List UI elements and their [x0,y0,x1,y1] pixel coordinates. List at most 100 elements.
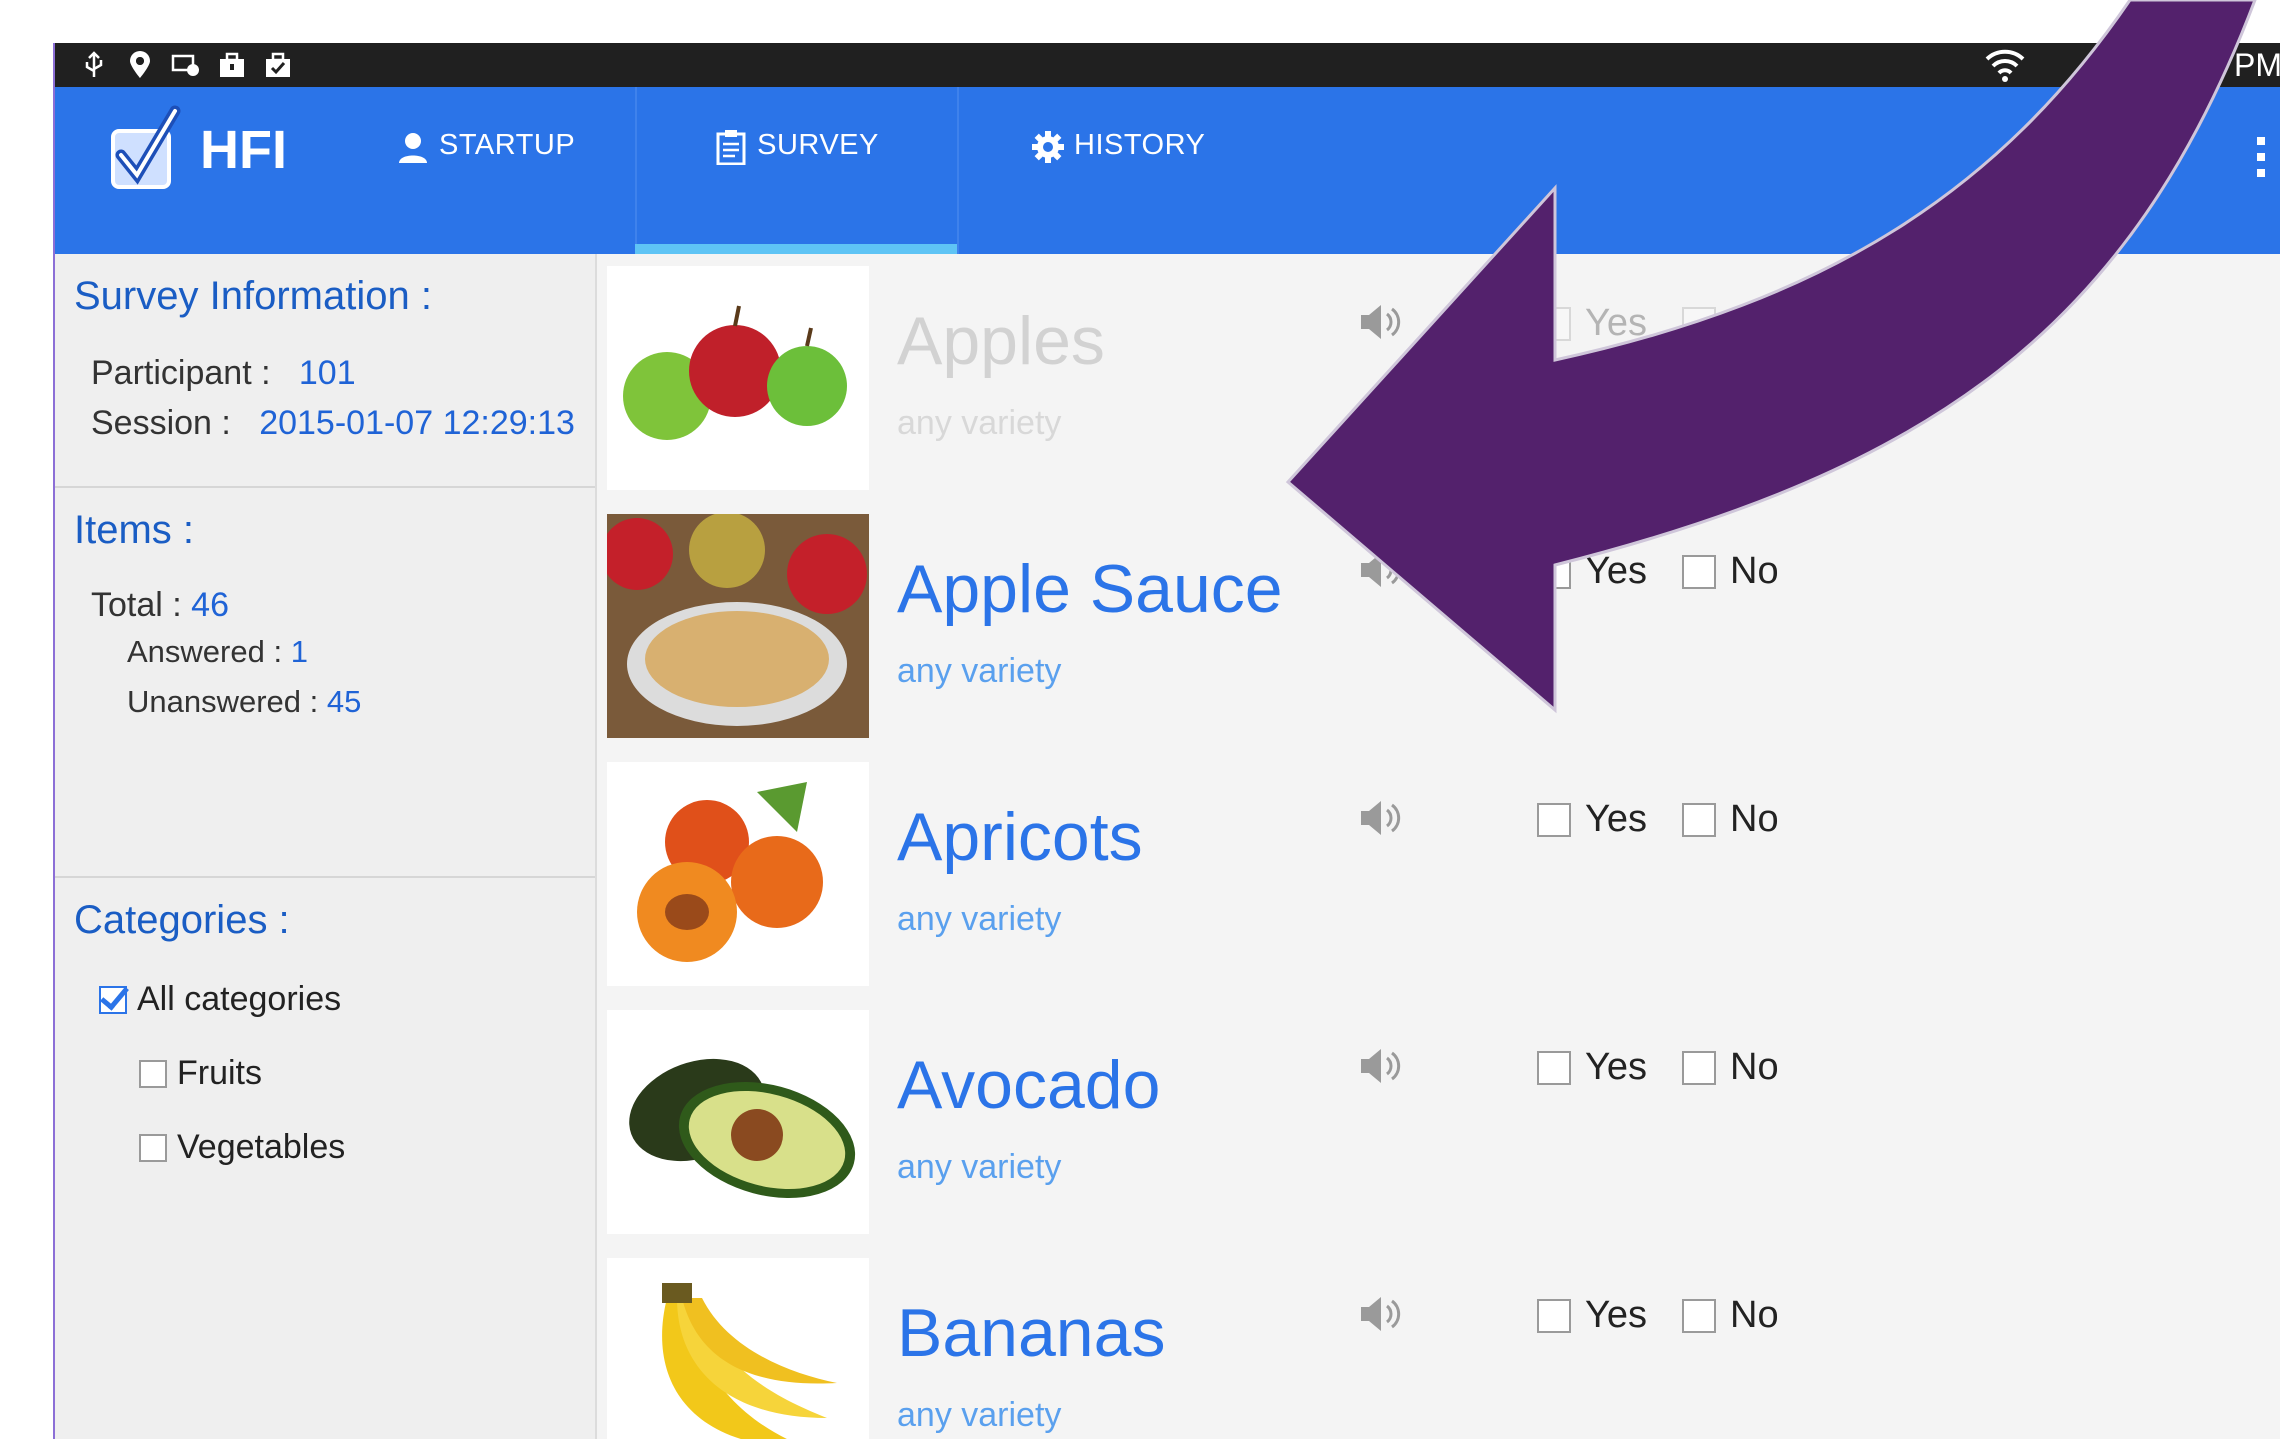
bananas-image [607,1258,869,1439]
speaker-icon[interactable] [1357,1043,1403,1089]
wifi-icon [1985,49,2025,82]
items-section: Items : Total : 46 Answered : 1 Unanswer… [55,486,595,878]
item-variety: any variety [897,404,1062,442]
item-name: Apricots [897,799,1143,875]
yes-option[interactable]: Yes [1537,302,1647,345]
list-item: Apple Sauce any variety Yes No [597,502,2280,752]
yes-option[interactable]: Yes [1537,1046,1647,1089]
clipboard-icon [716,130,746,165]
answered-value: 1 [290,634,308,669]
category-fruits-checkbox[interactable] [139,1059,167,1088]
tab-divider [957,87,959,254]
no-label: No [1730,302,1779,344]
no-option[interactable]: No [1682,302,1779,345]
total-value: 46 [191,586,229,624]
no-label: No [1730,1046,1779,1088]
category-all-checkbox[interactable] [99,985,127,1014]
no-option[interactable]: No [1682,550,1779,593]
briefcase-icon [215,49,249,81]
usb-icon [77,49,111,81]
item-variety: any variety [897,1148,1062,1186]
app-title: HFI [200,120,287,180]
item-name: Apples [897,303,1105,379]
category-fruits-label: Fruits [177,1054,262,1092]
yes-option[interactable]: Yes [1537,798,1647,841]
total-row: Total : 46 [91,586,229,625]
speaker-icon[interactable] [1357,547,1403,593]
location-icon [123,49,157,81]
apricots-image [607,762,869,986]
gear-icon [1032,131,1064,163]
speaker-icon[interactable] [1357,299,1403,345]
overflow-menu-icon[interactable] [2254,127,2268,187]
unanswered-row: Unanswered : 45 [127,684,361,720]
yes-label: Yes [1585,1046,1647,1088]
item-variety: any variety [897,652,1062,690]
yes-checkbox[interactable] [1537,802,1571,837]
item-name: Apple Sauce [897,551,1283,627]
category-vegetables-checkbox[interactable] [139,1133,167,1162]
no-label: No [1730,798,1779,840]
no-option[interactable]: No [1682,1046,1779,1089]
action-bar: HFI STARTUP SURVEY HISTORY [55,87,2280,254]
speaker-icon[interactable] [1357,1291,1403,1337]
tab-survey-label: SURVEY [757,129,879,161]
no-checkbox[interactable] [1682,306,1716,341]
item-variety: any variety [897,900,1062,938]
apples-image [607,266,869,490]
clock-text: PM [2234,47,2280,83]
no-checkbox[interactable] [1682,554,1716,589]
unanswered-label: Unanswered : [127,684,319,719]
survey-info-title: Survey Information : [74,274,432,318]
total-label: Total : [91,586,182,624]
yes-option[interactable]: Yes [1537,550,1647,593]
yes-label: Yes [1585,798,1647,840]
tab-history-label: HISTORY [1074,129,1206,161]
avocado-image [607,1010,869,1234]
app-logo-icon[interactable] [105,105,185,195]
tablet-screen: PM HFI STARTUP SURVEY HISTORY Survey Inf… [53,43,2280,1439]
item-name: Avocado [897,1047,1161,1123]
tab-survey[interactable]: SURVEY [635,87,957,254]
category-vegetables[interactable]: Vegetables [139,1128,345,1167]
no-checkbox[interactable] [1682,802,1716,837]
sidebar: Survey Information : Participant : 101 S… [55,254,597,1439]
no-label: No [1730,550,1779,592]
no-checkbox[interactable] [1682,1050,1716,1085]
list-item: Apples any variety Yes No [597,254,2280,504]
speaker-icon[interactable] [1357,795,1403,841]
survey-info-section: Survey Information : Participant : 101 S… [55,254,595,488]
tab-history[interactable]: HISTORY [1030,87,1280,254]
categories-title: Categories : [74,898,290,942]
tab-startup-label: STARTUP [439,129,576,161]
no-option[interactable]: No [1682,1294,1779,1337]
yes-label: Yes [1585,1294,1647,1336]
screen-timer-icon [169,49,203,81]
participant-label: Participant : [91,354,271,392]
category-all[interactable]: All categories [99,980,341,1019]
list-item: Avocado any variety Yes No [597,998,2280,1248]
unanswered-value: 45 [326,684,362,719]
items-title: Items : [74,508,195,552]
food-item-list: Apples any variety Yes No Apple Sauce an… [597,254,2280,1439]
participant-row: Participant : 101 [91,354,356,393]
session-row: Session : 2015-01-07 12:29:13 [91,404,575,443]
briefcase-check-icon [261,49,295,81]
no-checkbox[interactable] [1682,1298,1716,1333]
list-item: Apricots any variety Yes No [597,750,2280,1000]
category-fruits[interactable]: Fruits [139,1054,262,1093]
yes-option[interactable]: Yes [1537,1294,1647,1337]
yes-label: Yes [1585,302,1647,344]
yes-checkbox[interactable] [1537,1298,1571,1333]
yes-checkbox[interactable] [1537,1050,1571,1085]
status-bar: PM [55,43,2280,87]
person-icon [399,133,427,163]
session-value: 2015-01-07 12:29:13 [259,404,575,442]
categories-section: Categories : All categories Fruits Veget… [55,876,595,1439]
yes-checkbox[interactable] [1537,554,1571,589]
no-option[interactable]: No [1682,798,1779,841]
answered-label: Answered : [127,634,283,669]
yes-checkbox[interactable] [1537,306,1571,341]
answered-row: Answered : 1 [127,634,308,670]
category-vegetables-label: Vegetables [177,1128,346,1166]
